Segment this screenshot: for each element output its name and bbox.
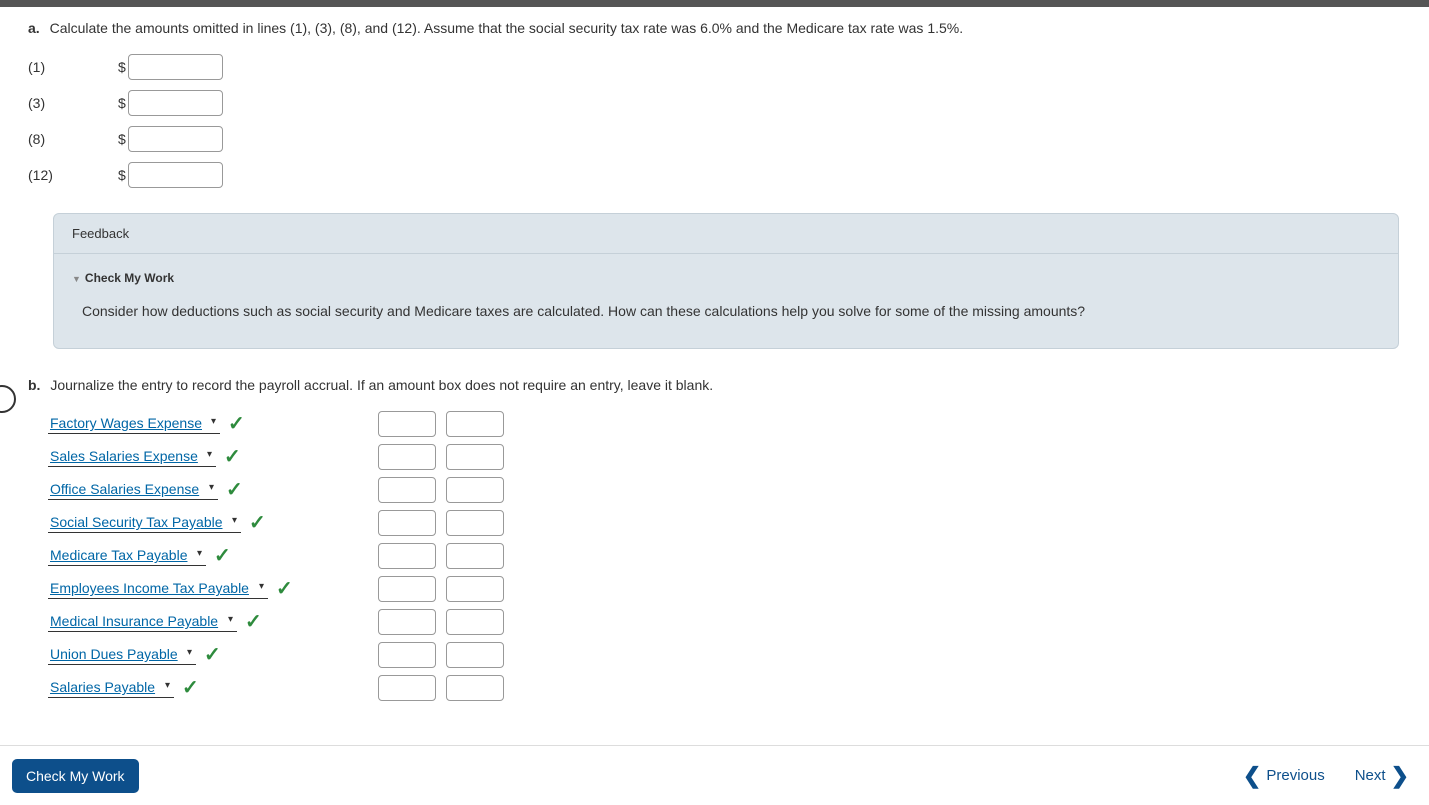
amount-input-3[interactable] xyxy=(128,90,223,116)
previous-label: Previous xyxy=(1266,767,1324,784)
debit-input-4[interactable] xyxy=(378,543,436,569)
nav-buttons: ❮ Previous Next ❯ xyxy=(1243,763,1409,789)
checkmark-icon: ✓ xyxy=(204,642,221,667)
input-label-3: (3) xyxy=(28,95,118,111)
checkmark-icon: ✓ xyxy=(226,477,243,502)
journal-row-0: Factory Wages Expense ✓ xyxy=(28,411,1409,436)
amount-input-1[interactable] xyxy=(128,54,223,80)
credit-input-2[interactable] xyxy=(446,477,504,503)
journal-row-3: Social Security Tax Payable ✓ xyxy=(28,510,1409,535)
account-select-7[interactable]: Union Dues Payable xyxy=(48,644,196,665)
amount-input-12[interactable] xyxy=(128,162,223,188)
footer-bar: Check My Work ❮ Previous Next ❯ xyxy=(0,745,1429,805)
checkmark-icon: ✓ xyxy=(249,510,266,535)
credit-input-5[interactable] xyxy=(446,576,504,602)
checkmark-icon: ✓ xyxy=(224,444,241,469)
account-select-0[interactable]: Factory Wages Expense xyxy=(48,413,220,434)
input-row-12: (12) $ xyxy=(28,162,1409,188)
question-b-text: Journalize the entry to record the payro… xyxy=(50,377,713,393)
credit-input-0[interactable] xyxy=(446,411,504,437)
checkmark-icon: ✓ xyxy=(228,411,245,436)
input-row-8: (8) $ xyxy=(28,126,1409,152)
input-label-1: (1) xyxy=(28,59,118,75)
section-b-prefix: b. xyxy=(28,377,40,393)
feedback-hint: Consider how deductions such as social s… xyxy=(72,300,1380,322)
progress-marker xyxy=(0,385,16,413)
account-select-4[interactable]: Medicare Tax Payable xyxy=(48,545,206,566)
account-select-2[interactable]: Office Salaries Expense xyxy=(48,479,218,500)
question-b: b. Journalize the entry to record the pa… xyxy=(28,374,1409,396)
debit-input-6[interactable] xyxy=(378,609,436,635)
journal-row-1: Sales Salaries Expense ✓ xyxy=(28,444,1409,469)
account-select-8[interactable]: Salaries Payable xyxy=(48,677,174,698)
debit-input-7[interactable] xyxy=(378,642,436,668)
input-row-3: (3) $ xyxy=(28,90,1409,116)
credit-input-4[interactable] xyxy=(446,543,504,569)
top-bar xyxy=(0,0,1429,7)
question-a-text: Calculate the amounts omitted in lines (… xyxy=(50,20,964,36)
check-work-toggle[interactable]: Check My Work xyxy=(72,271,174,285)
debit-input-0[interactable] xyxy=(378,411,436,437)
debit-input-3[interactable] xyxy=(378,510,436,536)
debit-input-8[interactable] xyxy=(378,675,436,701)
content-area: a. Calculate the amounts omitted in line… xyxy=(0,7,1429,737)
account-select-5[interactable]: Employees Income Tax Payable xyxy=(48,578,268,599)
debit-input-2[interactable] xyxy=(378,477,436,503)
credit-input-3[interactable] xyxy=(446,510,504,536)
amount-input-8[interactable] xyxy=(128,126,223,152)
currency-sign: $ xyxy=(118,167,126,183)
feedback-box: Feedback Check My Work Consider how dedu… xyxy=(53,213,1399,348)
journal-row-4: Medicare Tax Payable ✓ xyxy=(28,543,1409,568)
debit-input-1[interactable] xyxy=(378,444,436,470)
next-label: Next xyxy=(1355,767,1386,784)
currency-sign: $ xyxy=(118,131,126,147)
input-label-12: (12) xyxy=(28,167,118,183)
feedback-header: Feedback xyxy=(54,214,1398,254)
question-a: a. Calculate the amounts omitted in line… xyxy=(28,17,1409,39)
checkmark-icon: ✓ xyxy=(182,675,199,700)
journal-row-6: Medical Insurance Payable ✓ xyxy=(28,609,1409,634)
checkmark-icon: ✓ xyxy=(214,543,231,568)
section-a-prefix: a. xyxy=(28,20,40,36)
chevron-left-icon: ❮ xyxy=(1243,763,1261,789)
currency-sign: $ xyxy=(118,95,126,111)
credit-input-1[interactable] xyxy=(446,444,504,470)
journal-row-5: Employees Income Tax Payable ✓ xyxy=(28,576,1409,601)
journal-row-8: Salaries Payable ✓ xyxy=(28,675,1409,700)
chevron-right-icon: ❯ xyxy=(1391,763,1409,789)
account-select-6[interactable]: Medical Insurance Payable xyxy=(48,611,237,632)
credit-input-6[interactable] xyxy=(446,609,504,635)
credit-input-8[interactable] xyxy=(446,675,504,701)
checkmark-icon: ✓ xyxy=(245,609,262,634)
debit-input-5[interactable] xyxy=(378,576,436,602)
next-button[interactable]: Next ❯ xyxy=(1355,763,1409,789)
section-b: b. Journalize the entry to record the pa… xyxy=(28,374,1409,700)
currency-sign: $ xyxy=(118,59,126,75)
input-label-8: (8) xyxy=(28,131,118,147)
journal-row-7: Union Dues Payable ✓ xyxy=(28,642,1409,667)
account-select-3[interactable]: Social Security Tax Payable xyxy=(48,512,241,533)
checkmark-icon: ✓ xyxy=(276,576,293,601)
input-row-1: (1) $ xyxy=(28,54,1409,80)
feedback-body: Check My Work Consider how deductions su… xyxy=(54,254,1398,347)
account-select-1[interactable]: Sales Salaries Expense xyxy=(48,446,216,467)
check-my-work-button[interactable]: Check My Work xyxy=(12,759,139,793)
previous-button[interactable]: ❮ Previous xyxy=(1243,763,1325,789)
journal-row-2: Office Salaries Expense ✓ xyxy=(28,477,1409,502)
credit-input-7[interactable] xyxy=(446,642,504,668)
